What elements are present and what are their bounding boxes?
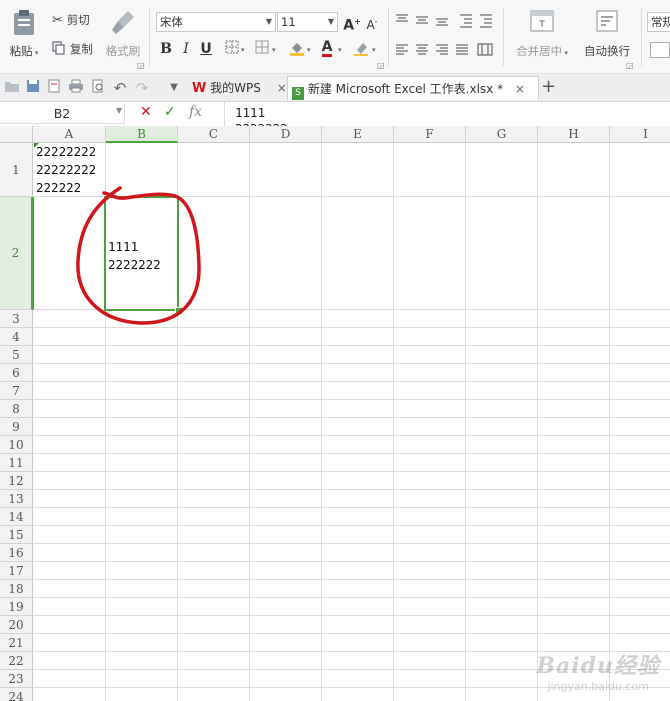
print-icon[interactable] bbox=[67, 79, 85, 97]
border-button[interactable] bbox=[223, 40, 241, 58]
underline-button[interactable]: U bbox=[197, 40, 215, 58]
open-folder-icon[interactable] bbox=[3, 79, 21, 97]
font-name-value: 宋体 bbox=[160, 15, 183, 29]
formula-line-1: 1111 bbox=[235, 105, 266, 120]
cut-label: 剪切 bbox=[66, 13, 90, 27]
tab-my-wps[interactable]: W 我的WPS × bbox=[186, 76, 293, 100]
scissors-icon: ✂ bbox=[52, 13, 63, 28]
increase-font-button[interactable]: A+ bbox=[343, 13, 361, 34]
spreadsheet-grid[interactable]: A B C D E F G H I 1 2 3 4 5 6 7 8 9 10 1… bbox=[0, 126, 670, 701]
font-size-value: 11 bbox=[281, 15, 296, 29]
confirm-icon[interactable]: ✓ bbox=[164, 104, 176, 120]
print-preview-icon[interactable] bbox=[89, 79, 107, 97]
paste-button[interactable]: 粘贴 ▾ bbox=[4, 8, 44, 59]
bold-button[interactable]: B bbox=[157, 40, 175, 58]
watermark-url: jingyan.baidu.com bbox=[547, 680, 649, 693]
format-painter-label: 格式刷 bbox=[105, 44, 141, 58]
redo-icon[interactable]: ↷ bbox=[133, 79, 151, 97]
font-size-select[interactable]: 11 ▼ bbox=[277, 12, 338, 32]
save-icon[interactable] bbox=[24, 79, 42, 97]
border-icon bbox=[225, 40, 239, 54]
horizontal-align-icons[interactable] bbox=[394, 42, 498, 58]
separator bbox=[388, 8, 389, 66]
chevron-down-icon: ▼ bbox=[265, 17, 272, 26]
wps-logo-icon: W bbox=[192, 81, 207, 96]
alignment-group bbox=[394, 12, 494, 31]
baidu-watermark: Baidu经验 jingyan.baidu.com bbox=[536, 648, 660, 693]
chevron-down-icon[interactable]: ▼ bbox=[165, 79, 183, 97]
wrap-text-label: 自动换行 bbox=[584, 44, 630, 58]
chevron-down-icon[interactable]: ▾ bbox=[307, 46, 311, 54]
vertical-align-icons[interactable] bbox=[394, 12, 494, 28]
chevron-down-icon[interactable]: ▾ bbox=[241, 46, 245, 54]
red-circle-annotation bbox=[76, 186, 201, 325]
alignment-dialog-launcher[interactable]: ◲ bbox=[626, 61, 634, 70]
close-icon[interactable]: × bbox=[277, 81, 287, 95]
tab-label: 我的WPS bbox=[210, 81, 261, 95]
tab-excel-document[interactable]: S 新建 Microsoft Excel 工作表.xlsx * × bbox=[287, 76, 539, 100]
chevron-down-icon[interactable]: ▾ bbox=[562, 49, 568, 57]
clipboard-dialog-launcher[interactable]: ◲ bbox=[137, 61, 145, 70]
wrap-text-button[interactable]: 自动换行 bbox=[580, 8, 634, 59]
fill-color-button[interactable] bbox=[288, 40, 306, 58]
horizontal-align-group bbox=[394, 42, 498, 61]
export-pdf-icon[interactable] bbox=[45, 79, 63, 97]
tab-label: 新建 Microsoft Excel 工作表.xlsx * bbox=[307, 82, 504, 96]
excel-file-icon: S bbox=[292, 87, 304, 100]
insert-function-button[interactable]: fx bbox=[189, 104, 202, 120]
watermark-logo: Baidu经验 bbox=[536, 653, 660, 679]
chevron-down-icon: ▼ bbox=[327, 17, 334, 26]
undo-icon[interactable]: ↶ bbox=[111, 79, 129, 97]
copy-icon bbox=[52, 41, 65, 55]
separator bbox=[641, 8, 642, 66]
paint-bucket-icon bbox=[290, 43, 304, 56]
copy-button[interactable]: 复制 bbox=[52, 41, 93, 57]
copy-label: 复制 bbox=[69, 42, 93, 56]
quick-access-tab-bar: ↶ ↷ ▼ W 我的WPS × S 新建 Microsoft Excel 工作表… bbox=[0, 74, 670, 102]
svg-text:T: T bbox=[538, 20, 545, 30]
paste-label: 粘贴 bbox=[9, 44, 33, 58]
separator bbox=[149, 8, 150, 66]
format-painter-button[interactable]: 格式刷 bbox=[103, 8, 143, 59]
merge-center-label: 合并居中 bbox=[516, 44, 563, 58]
cancel-icon[interactable]: ✕ bbox=[140, 104, 152, 120]
clear-format-button[interactable] bbox=[352, 40, 370, 58]
font-dialog-launcher[interactable]: ◲ bbox=[377, 61, 385, 70]
chevron-down-icon[interactable]: ▼ bbox=[116, 106, 122, 115]
decrease-font-button[interactable]: A- bbox=[363, 13, 381, 32]
grid-icon bbox=[255, 40, 269, 54]
chevron-down-icon[interactable]: ▾ bbox=[272, 46, 276, 54]
close-icon[interactable]: × bbox=[515, 82, 525, 96]
font-name-select[interactable]: 宋体 ▼ bbox=[156, 12, 276, 32]
chevron-down-icon[interactable]: ▾ bbox=[33, 49, 39, 57]
wrap-text-icon bbox=[596, 10, 618, 32]
name-box[interactable]: B2 bbox=[0, 104, 125, 124]
number-format-icon[interactable] bbox=[650, 42, 670, 58]
number-format-select[interactable]: 常规 bbox=[647, 12, 670, 32]
clipboard-icon bbox=[14, 10, 34, 35]
merge-border-button[interactable] bbox=[253, 40, 271, 58]
cut-button[interactable]: ✂ 剪切 bbox=[52, 12, 90, 28]
ribbon-toolbar: 粘贴 ▾ ✂ 剪切 复制 格式刷 ◲ 宋体 ▼ 11 ▼ A+ A- B I U… bbox=[0, 0, 670, 74]
new-tab-button[interactable]: + bbox=[541, 76, 556, 97]
italic-button[interactable]: I bbox=[177, 40, 195, 58]
font-color-button[interactable]: A bbox=[318, 38, 336, 57]
merge-cells-icon: T bbox=[530, 10, 554, 32]
eraser-icon bbox=[354, 43, 368, 56]
number-format-value: 常规 bbox=[651, 15, 670, 29]
merge-center-button[interactable]: T 合并居中 ▾ bbox=[512, 8, 572, 59]
chevron-down-icon[interactable]: ▾ bbox=[338, 46, 342, 54]
brush-icon bbox=[112, 11, 134, 34]
font-color-icon: A bbox=[321, 39, 333, 57]
chevron-down-icon[interactable]: ▾ bbox=[372, 46, 376, 54]
separator bbox=[503, 8, 504, 66]
